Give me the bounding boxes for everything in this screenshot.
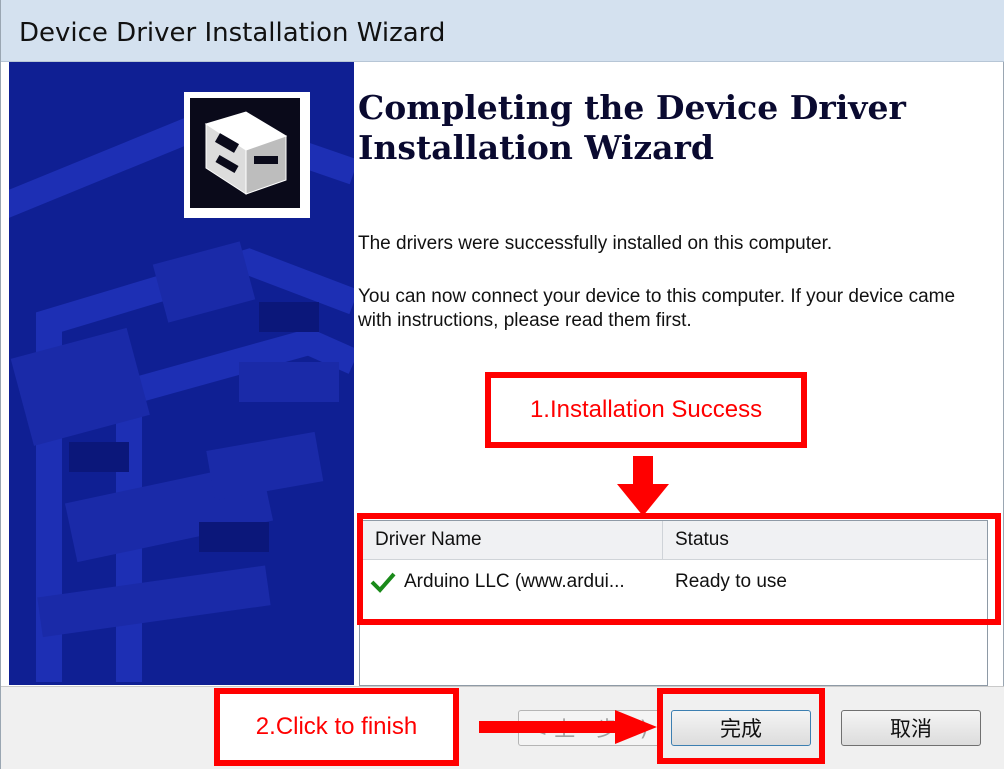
cancel-button[interactable]: 取消 <box>841 710 981 746</box>
annotation-click-to-finish: 2.Click to finish <box>214 688 459 766</box>
annotation-installation-success: 1.Installation Success <box>485 372 807 448</box>
wizard-side-banner <box>9 62 354 685</box>
annotation-frame-finish-button <box>657 688 825 764</box>
hardware-drive-icon <box>184 92 310 218</box>
success-message: The drivers were successfully installed … <box>358 233 833 254</box>
window-title: Device Driver Installation Wizard <box>19 18 446 48</box>
annotation-frame-driver-list <box>357 513 1001 625</box>
annotation-right-arrow <box>479 710 657 744</box>
title-bar[interactable]: Device Driver Installation Wizard <box>1 0 1004 62</box>
wizard-heading: Completing the Device Driver Installatio… <box>358 88 906 167</box>
annotation-down-arrow <box>617 456 669 516</box>
instructions-message: You can now connect your device to this … <box>358 286 956 331</box>
wizard-window: Device Driver Installation Wizard Comple… <box>0 0 1004 769</box>
